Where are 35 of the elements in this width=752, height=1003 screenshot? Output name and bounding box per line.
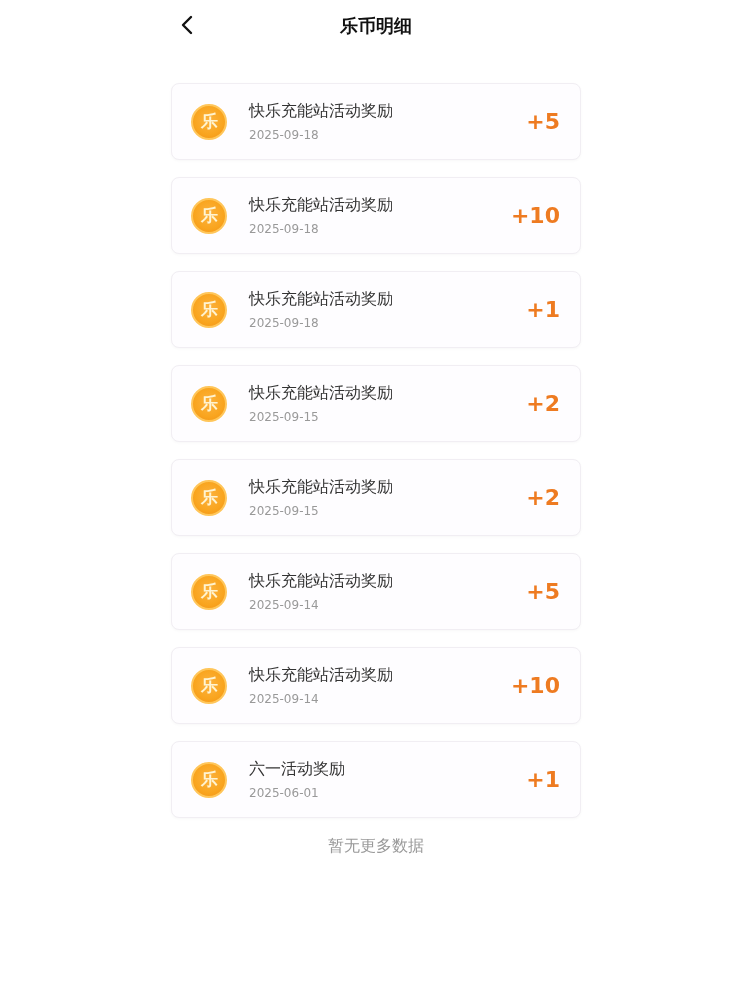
coin-icon: 乐	[191, 479, 227, 516]
record-date: 2025-09-18	[249, 222, 320, 236]
coin-amount: +2	[526, 391, 560, 416]
coin-amount: +10	[510, 203, 560, 228]
record-title: 快乐充能站活动奖励	[249, 195, 394, 216]
record-date: 2025-09-14	[249, 598, 320, 612]
record-date: 2025-06-01	[249, 786, 320, 800]
coin-amount: +2	[526, 485, 560, 510]
coin-icon: 乐	[191, 291, 227, 328]
coin-amount: +10	[510, 673, 560, 698]
record-title: 快乐充能站活动奖励	[249, 101, 394, 122]
coin-icon: 乐	[191, 197, 227, 234]
record-title: 快乐充能站活动奖励	[249, 477, 394, 498]
coin-amount: +1	[526, 297, 560, 322]
coin-icon: 乐	[191, 573, 227, 610]
record-date: 2025-09-18	[249, 316, 320, 330]
record-title: 快乐充能站活动奖励	[249, 571, 394, 592]
record-title: 快乐充能站活动奖励	[249, 383, 394, 404]
record-title: 快乐充能站活动奖励	[249, 665, 394, 686]
coin-icon: 乐	[191, 667, 227, 704]
coin-amount: +5	[526, 109, 560, 134]
record-date: 2025-09-15	[249, 410, 320, 424]
coin-amount: +5	[526, 579, 560, 604]
record-date: 2025-09-14	[249, 692, 320, 706]
end-of-list-text: 暂无更多数据	[328, 836, 424, 857]
record-title: 六一活动奖励	[249, 759, 346, 780]
record-title: 快乐充能站活动奖励	[249, 289, 394, 310]
coin-icon: 乐	[191, 103, 227, 140]
record-date: 2025-09-18	[249, 128, 320, 142]
record-date: 2025-09-15	[249, 504, 320, 518]
back-icon	[181, 15, 193, 35]
coin-amount: +1	[526, 767, 560, 792]
page-title: 乐币明细	[340, 14, 412, 38]
coin-icon: 乐	[191, 385, 227, 422]
coin-icon: 乐	[191, 761, 227, 798]
